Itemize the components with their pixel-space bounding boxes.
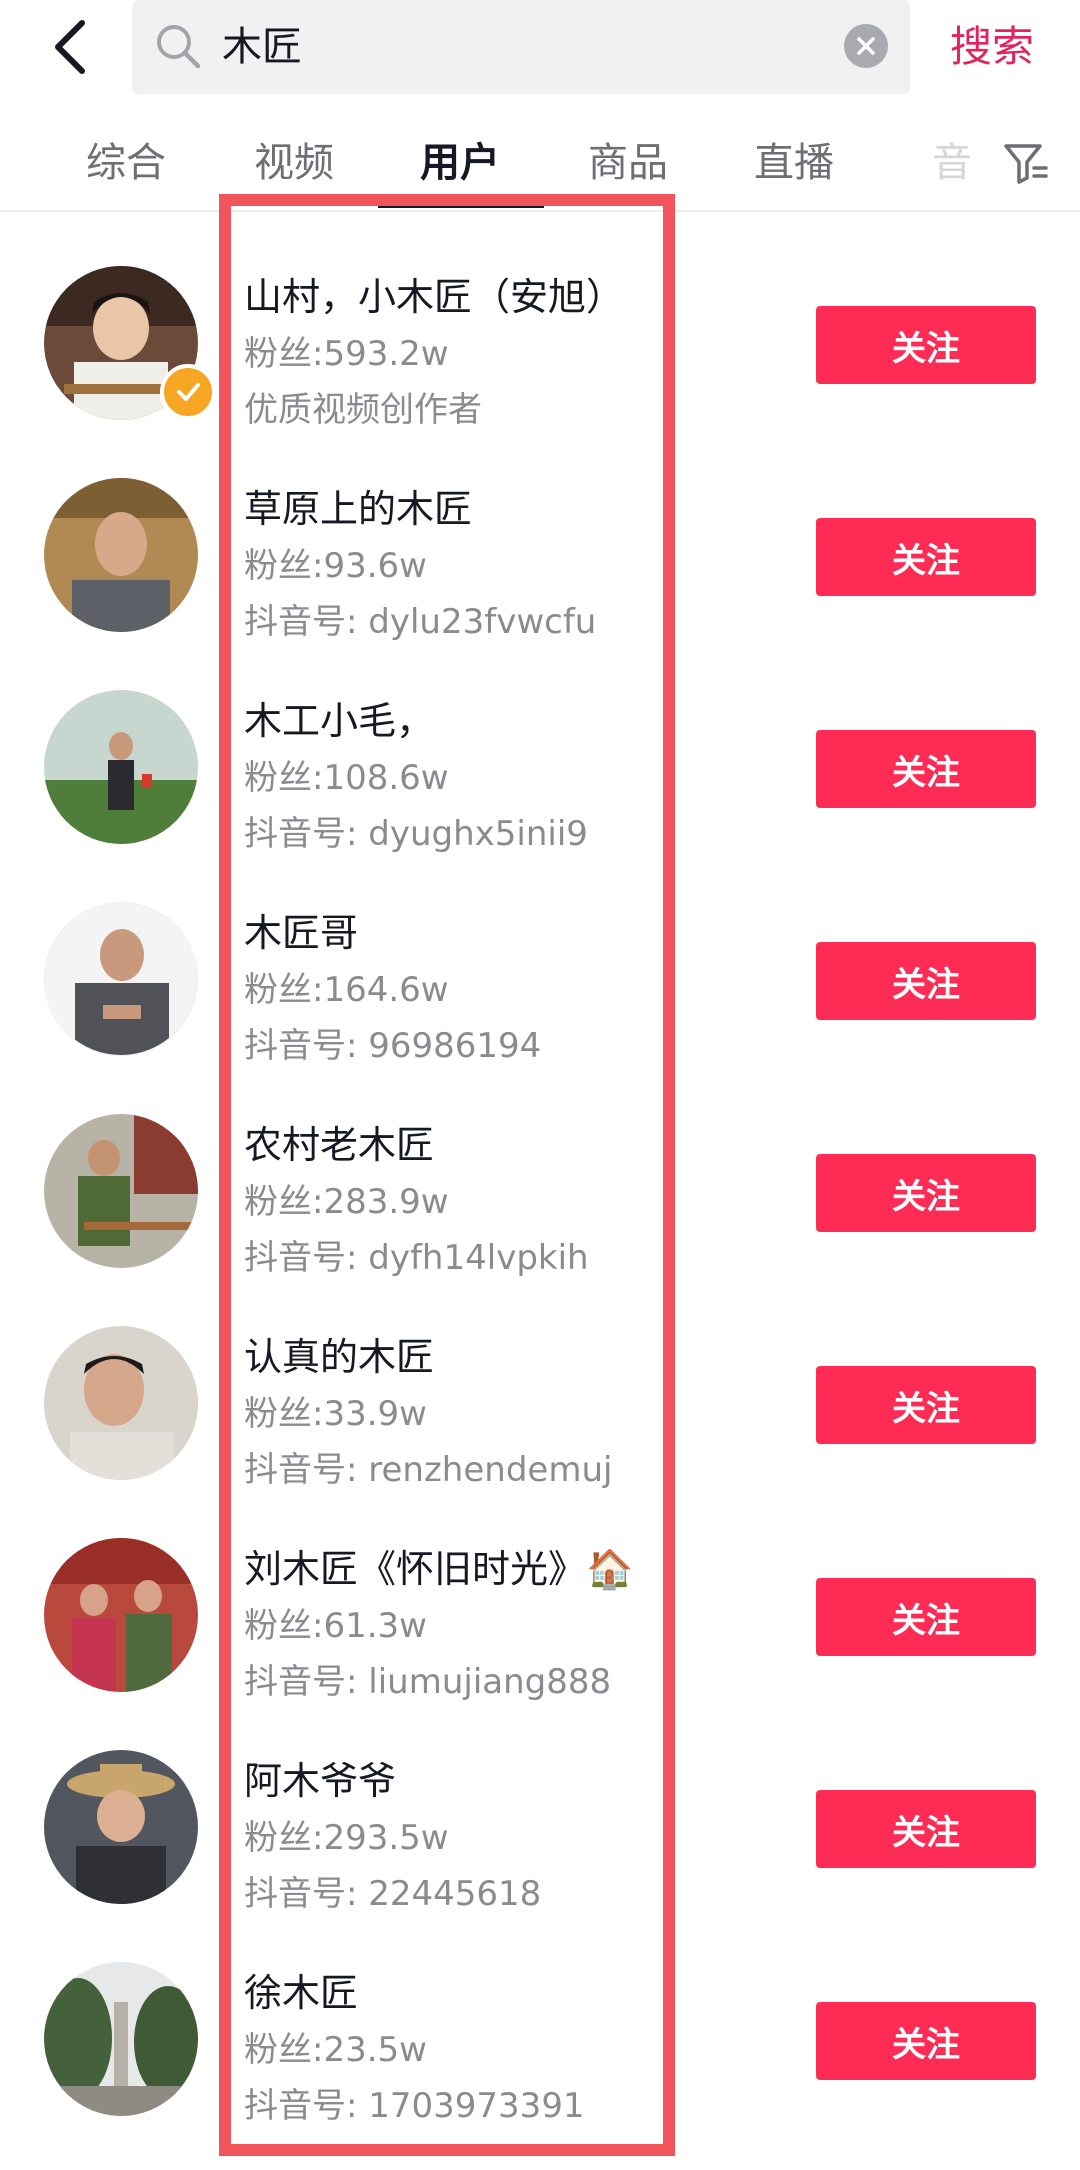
active-tab-indicator — [378, 204, 544, 208]
close-icon — [857, 37, 875, 55]
user-fans-count: 粉丝:23.5w — [244, 2030, 427, 2070]
tab-users[interactable]: 用户 — [400, 120, 520, 206]
avatar[interactable] — [44, 1750, 198, 1904]
user-name: 认真的木匠 — [244, 1335, 435, 1379]
follow-button[interactable]: 关注 — [816, 518, 1036, 596]
avatar[interactable] — [44, 478, 198, 632]
user-name: 草原上的木匠 — [244, 487, 473, 531]
search-header: 木匠 搜索 — [0, 0, 1080, 110]
user-id: 抖音号: dylu23fvwcfu — [244, 602, 597, 642]
list-item[interactable]: 山村，小木匠（安旭） 粉丝:593.2w 优质视频创作者 关注 — [0, 266, 1080, 478]
user-id: 抖音号: 96986194 — [244, 1026, 542, 1066]
list-item[interactable]: 木匠哥 粉丝:164.6w 抖音号: 96986194 关注 — [0, 902, 1080, 1114]
avatar[interactable] — [44, 1114, 198, 1268]
user-fans-count: 粉丝:108.6w — [244, 758, 449, 798]
follow-button[interactable]: 关注 — [816, 1578, 1036, 1656]
search-query-text: 木匠 — [222, 24, 302, 70]
user-id: 抖音号: 22445618 — [244, 1874, 542, 1914]
user-fans-count: 粉丝:293.5w — [244, 1818, 449, 1858]
user-name: 阿木爷爷 — [244, 1759, 397, 1803]
list-item[interactable]: 阿木爷爷 粉丝:293.5w 抖音号: 22445618 关注 — [0, 1750, 1080, 1962]
tab-music[interactable]: 音 — [922, 120, 982, 206]
list-item[interactable]: 农村老木匠 粉丝:283.9w 抖音号: dyfh14lvpkih 关注 — [0, 1114, 1080, 1326]
follow-button[interactable]: 关注 — [816, 306, 1036, 384]
back-button[interactable] — [40, 12, 100, 82]
user-description: 优质视频创作者 — [244, 390, 482, 430]
user-id: 抖音号: 1703973391 — [244, 2086, 585, 2126]
user-name: 农村老木匠 — [244, 1123, 435, 1167]
user-id: 抖音号: dyfh14lvpkih — [244, 1238, 589, 1278]
tab-comprehensive[interactable]: 综合 — [66, 120, 186, 206]
follow-button[interactable]: 关注 — [816, 730, 1036, 808]
user-fans-count: 粉丝:33.9w — [244, 1394, 427, 1434]
user-id: 抖音号: renzhendemuj — [244, 1450, 613, 1490]
list-item[interactable]: 木工小毛， 粉丝:108.6w 抖音号: dyughx5inii9 关注 — [0, 690, 1080, 902]
user-name: 徐木匠 — [244, 1971, 359, 2015]
user-fans-count: 粉丝:283.9w — [244, 1182, 449, 1222]
avatar[interactable] — [44, 1962, 198, 2116]
follow-button[interactable]: 关注 — [816, 1154, 1036, 1232]
clear-search-button[interactable] — [844, 24, 888, 68]
user-name: 木匠哥 — [244, 911, 359, 955]
follow-button[interactable]: 关注 — [816, 1790, 1036, 1868]
user-name: 山村，小木匠（安旭） — [244, 275, 625, 319]
list-item[interactable]: 草原上的木匠 粉丝:93.6w 抖音号: dylu23fvwcfu 关注 — [0, 478, 1080, 690]
user-fans-count: 粉丝:93.6w — [244, 546, 427, 586]
list-item[interactable]: 刘木匠《怀旧时光》🏠 粉丝:61.3w 抖音号: liumujiang888 关… — [0, 1538, 1080, 1750]
user-id: 抖音号: liumujiang888 — [244, 1662, 612, 1702]
search-tabs: 综合 视频 用户 商品 直播 音 — [0, 120, 1080, 212]
check-icon — [177, 383, 200, 401]
user-name: 木工小毛， — [244, 699, 435, 743]
filter-icon[interactable] — [1000, 138, 1050, 188]
user-fans-count: 粉丝:61.3w — [244, 1606, 427, 1646]
list-item[interactable]: 认真的木匠 粉丝:33.9w 抖音号: renzhendemuj 关注 — [0, 1326, 1080, 1538]
follow-button[interactable]: 关注 — [816, 1366, 1036, 1444]
tab-products[interactable]: 商品 — [568, 120, 688, 206]
avatar[interactable] — [44, 1538, 198, 1692]
tab-live[interactable]: 直播 — [734, 120, 854, 206]
user-id: 抖音号: dyughx5inii9 — [244, 814, 588, 854]
user-fans-count: 粉丝:593.2w — [244, 334, 449, 374]
list-item[interactable]: 徐木匠 粉丝:23.5w 抖音号: 1703973391 关注 — [0, 1962, 1080, 2170]
search-input[interactable]: 木匠 — [132, 0, 910, 94]
tab-videos[interactable]: 视频 — [234, 120, 354, 206]
user-fans-count: 粉丝:164.6w — [244, 970, 449, 1010]
avatar[interactable] — [44, 690, 198, 844]
search-button[interactable]: 搜索 — [950, 0, 1034, 94]
avatar[interactable] — [44, 1326, 198, 1480]
user-name: 刘木匠《怀旧时光》🏠 — [244, 1547, 634, 1591]
follow-button[interactable]: 关注 — [816, 942, 1036, 1020]
avatar[interactable] — [44, 902, 198, 1056]
verified-badge — [160, 364, 216, 420]
follow-button[interactable]: 关注 — [816, 2002, 1036, 2080]
search-icon — [157, 25, 201, 69]
chevron-left-icon — [55, 20, 85, 74]
